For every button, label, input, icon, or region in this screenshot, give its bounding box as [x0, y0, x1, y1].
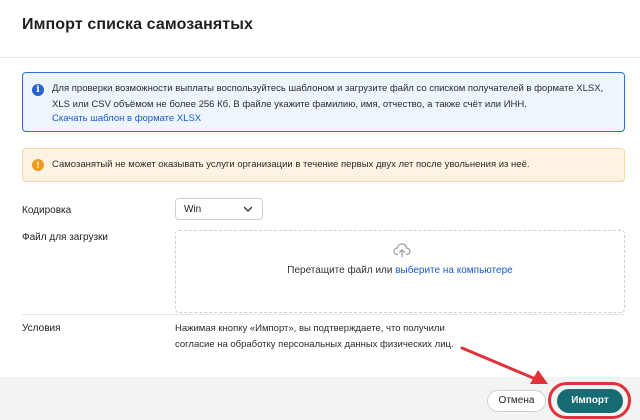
section-divider [22, 314, 625, 315]
cancel-button[interactable]: Отмена [487, 390, 546, 412]
annotation-arrow-icon [460, 346, 548, 384]
warning-icon: ! [32, 159, 44, 171]
warning-notice: ! Самозанятый не может оказывать услуги … [22, 148, 625, 182]
import-button[interactable]: Импорт [557, 389, 623, 413]
info-text: Для проверки возможности выплаты восполь… [52, 83, 604, 110]
warning-text: Самозанятый не может оказывать услуги ор… [52, 159, 530, 170]
file-label: Файл для загрузки [22, 232, 109, 243]
terms-label: Условия [22, 323, 61, 334]
dropzone-text: Перетащите файл или выберите на компьюте… [176, 265, 624, 276]
dialog-title: Импорт списка самозанятых [22, 16, 253, 33]
file-dropzone[interactable]: Перетащите файл или выберите на компьюте… [175, 230, 625, 313]
encoding-label: Кодировка [22, 205, 72, 216]
encoding-value: Win [184, 204, 202, 215]
info-notice: i Для проверки возможности выплаты воспо… [22, 72, 625, 132]
cloud-upload-icon [393, 243, 411, 258]
encoding-select[interactable]: Win [175, 198, 263, 220]
choose-file-link[interactable]: выберите на компьютере [395, 265, 512, 276]
dropzone-instruction: Перетащите файл или [287, 265, 393, 276]
download-template-link[interactable]: Скачать шаблон в формате XLSX [52, 113, 201, 124]
chevron-down-icon [243, 206, 253, 212]
dialog-header: Импорт списка самозанятых [0, 0, 640, 58]
terms-text: Нажимая кнопку «Импорт», вы подтверждает… [175, 323, 454, 350]
info-icon: i [32, 84, 44, 96]
